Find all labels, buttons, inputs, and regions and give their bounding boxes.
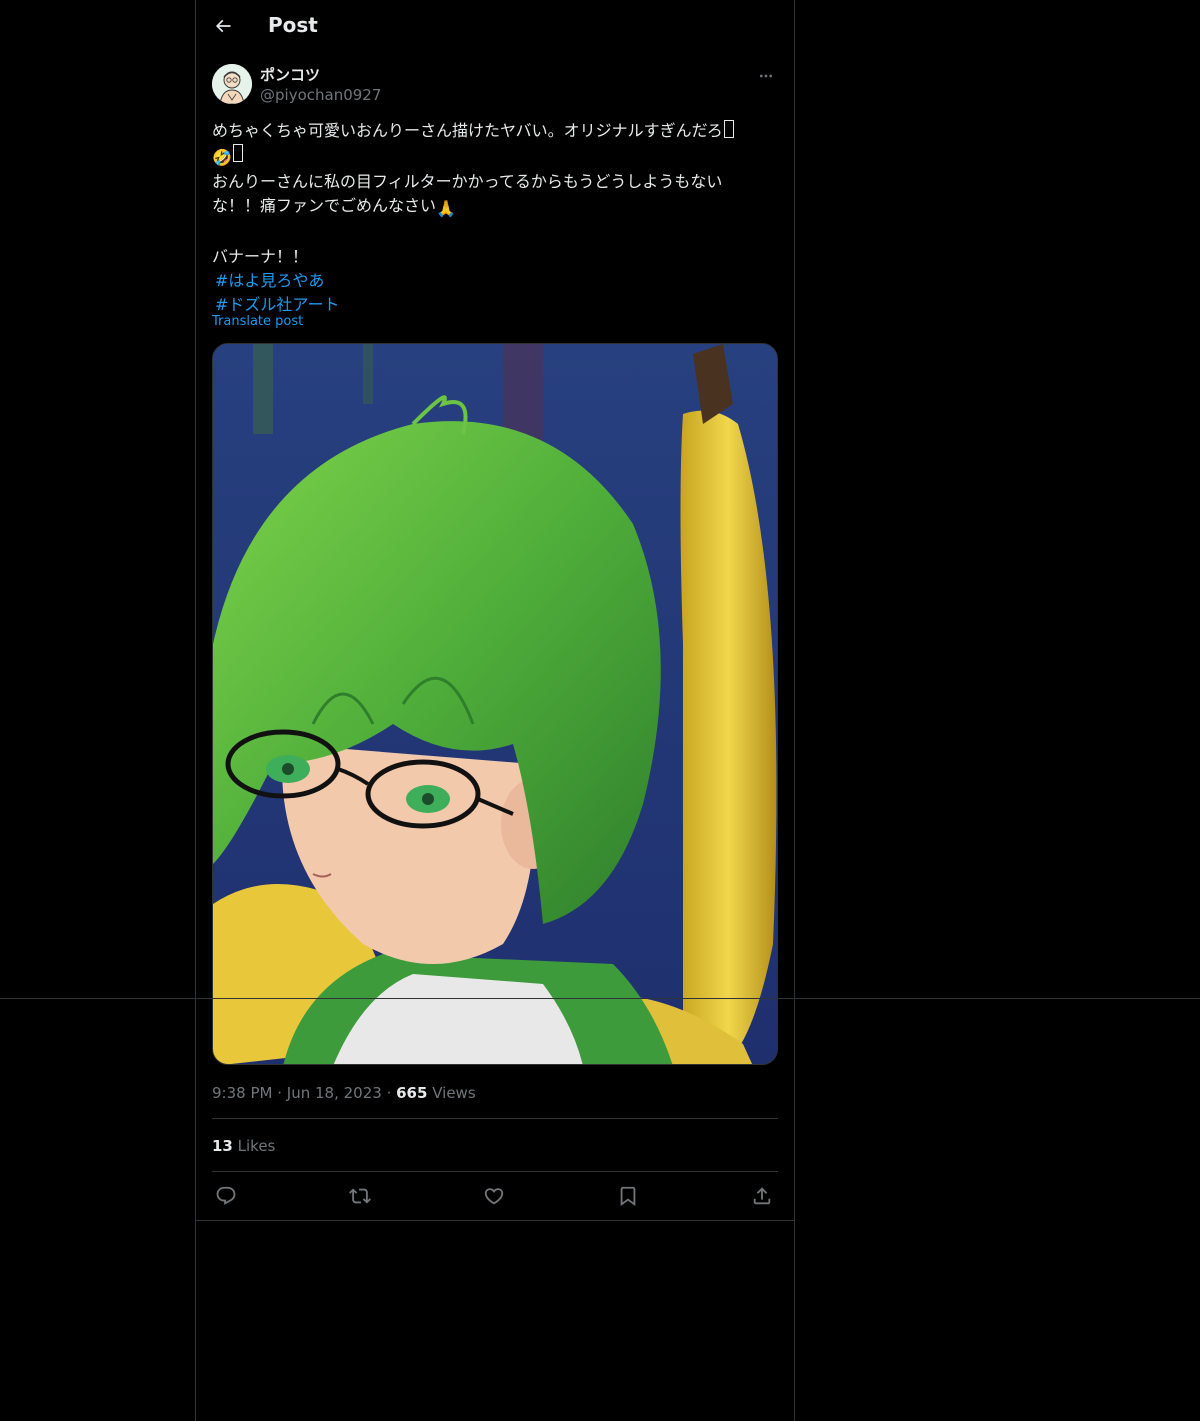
- likes-link[interactable]: 13 Likes: [212, 1137, 275, 1155]
- likes-count: 13: [212, 1137, 233, 1155]
- bookmark-button[interactable]: [614, 1182, 642, 1210]
- page-title: Post: [268, 13, 318, 37]
- repost-icon: [349, 1188, 371, 1204]
- post-author: ポンコツ @piyochan0927: [212, 64, 778, 108]
- reply-icon: [216, 1186, 236, 1205]
- divider: [212, 1118, 778, 1119]
- divider-line: [0, 998, 1200, 999]
- back-button[interactable]: [208, 11, 238, 41]
- action-bar: [212, 1182, 778, 1210]
- missing-glyph: [232, 144, 243, 162]
- post-image[interactable]: [212, 343, 778, 1065]
- header: Post: [196, 0, 794, 54]
- post-text-line: 🤣: [212, 143, 772, 170]
- avatar[interactable]: [212, 64, 252, 104]
- like-button[interactable]: [480, 1182, 508, 1210]
- emoji-rofl: 🤣: [212, 148, 232, 167]
- divider: [196, 1220, 794, 1221]
- back-arrow-icon: [215, 19, 231, 33]
- reply-button[interactable]: [212, 1182, 240, 1210]
- bookmark-icon: [620, 1186, 636, 1207]
- like-icon: [484, 1188, 504, 1205]
- post-text-line: バナーナ！！: [212, 247, 309, 266]
- user-handle[interactable]: @piyochan0927: [260, 86, 381, 104]
- translate-post-link[interactable]: Translate post: [212, 314, 303, 329]
- post-text-line: おんりーさんに私の目フィルターかかってるからもうどうしようもない: [212, 172, 723, 191]
- post-meta: 9:38 PM · Jun 18, 2023 · 665 Views: [212, 1084, 476, 1102]
- views-label: Views: [432, 1084, 476, 1102]
- more-button[interactable]: [756, 66, 776, 86]
- missing-glyph: [723, 120, 734, 138]
- illustration: [213, 344, 777, 1064]
- divider: [212, 1171, 778, 1172]
- post-text-line: な！！痛ファンでごめんなさい🙏: [212, 194, 772, 221]
- share-button[interactable]: [748, 1182, 776, 1210]
- post-date[interactable]: Jun 18, 2023: [287, 1084, 382, 1102]
- display-name[interactable]: ポンコツ: [260, 64, 320, 85]
- more-icon: [760, 74, 772, 78]
- repost-button[interactable]: [346, 1182, 374, 1210]
- views-count: 665: [396, 1084, 428, 1102]
- post-text: めちゃくちゃ可愛いおんりーさん描けたヤバい。オリジナルすぎんだろ 🤣 おんりーさ…: [212, 119, 772, 317]
- hashtag-link[interactable]: #はよ見ろやあ: [212, 269, 772, 293]
- post-text-line: めちゃくちゃ可愛いおんりーさん描けたヤバい。オリジナルすぎんだろ: [212, 119, 772, 143]
- emoji-pray: 🙏: [436, 199, 456, 218]
- likes-label: Likes: [237, 1137, 276, 1155]
- post-time[interactable]: 9:38 PM: [212, 1084, 272, 1102]
- share-icon: [753, 1187, 771, 1205]
- post-column: Post ポンコツ @piyochan0927 めちゃくちゃ可愛いおんりーさん描…: [195, 0, 795, 1421]
